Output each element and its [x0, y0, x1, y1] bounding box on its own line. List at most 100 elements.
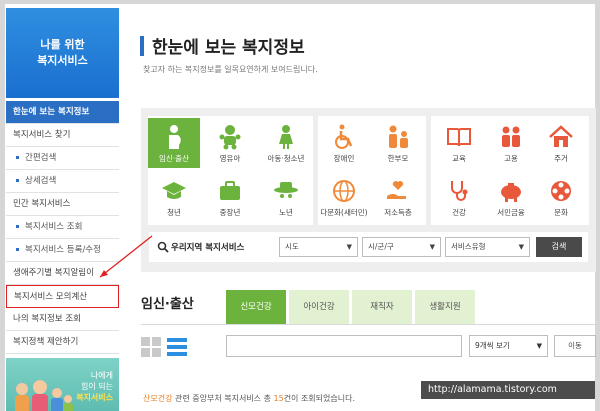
sidebar-item-lifecycle-alert[interactable]: 생애주기별 복지알림이 [6, 262, 119, 285]
sidebar-promo-banner[interactable]: 나에게 힘이 되는 복지서비스 [6, 358, 119, 411]
category-label: 교육 [452, 154, 466, 163]
keyword-input[interactable] [226, 335, 462, 357]
category-education[interactable]: 교육 [433, 118, 485, 168]
child-icon [279, 125, 293, 149]
bullet-icon [16, 156, 19, 159]
category-label: 노년 [279, 208, 293, 217]
sido-select[interactable]: 시도 ▼ [279, 237, 358, 257]
category-label: 한부모 [387, 154, 409, 163]
window-frame-top [0, 0, 600, 4]
category-infant[interactable]: 영유아 [204, 118, 256, 168]
watermark-url: http://alamama.tistory.com [421, 381, 595, 399]
family-illustration-icon [15, 380, 73, 411]
category-label: 임신·출산 [159, 154, 189, 163]
category-middle-age[interactable]: 중장년 [204, 172, 256, 222]
region-filter-row: 우리지역 복지서비스 시도 ▼ 시/군/구 ▼ 서비스유형 ▼ 검색 [149, 232, 588, 262]
sidebar-item-mock-calculation[interactable]: 복지서비스 모의계산 [6, 285, 119, 308]
category-disabled[interactable]: 장애인 [318, 118, 370, 168]
category-multicultural[interactable]: 다문화(새터민) [318, 172, 370, 222]
category-label: 문화 [554, 208, 568, 217]
banner-line-2: 복지서비스 [37, 54, 88, 67]
page-size-select[interactable]: 9개씩 보기 ▼ [469, 335, 548, 357]
category-label: 아동·청소년 [267, 154, 305, 163]
elderly-hat-icon [274, 182, 298, 198]
briefcase-icon [220, 181, 240, 200]
category-housing[interactable]: 주거 [535, 118, 587, 168]
category-label: 중장년 [219, 208, 241, 217]
sidebar-menu: 한눈에 보는 복지정보 복지서비스 찾기 간편검색 상세검색 민간 복지서비스 … [6, 101, 119, 354]
category-label: 고용 [504, 154, 518, 163]
category-finance[interactable]: 서민금융 [485, 172, 537, 222]
move-button[interactable]: 이동 [554, 335, 596, 357]
bullet-icon [16, 225, 19, 228]
target-category-box: 장애인 한부모 다문화(새터민) 저소득층 [318, 116, 426, 225]
film-reel-icon [551, 181, 571, 201]
sidebar-item-my-welfare[interactable]: 나의 복지정보 조회 [6, 308, 119, 331]
category-label: 저소득층 [384, 208, 412, 217]
family-icon [389, 125, 408, 148]
promo-line-1: 나에게 [90, 371, 113, 380]
sidebar-item-policy-suggest[interactable]: 복지정책 제안하기 [6, 331, 119, 354]
list-view-icon[interactable] [167, 337, 187, 357]
category-child[interactable]: 아동·청소년 [260, 118, 312, 168]
result-summary: 산모건강 관련 중앙부처 복지서비스 총 15건이 조회되었습니다. [143, 393, 355, 404]
page-subtitle: 찾고자 하는 복지정보를 일목요연하게 보여드립니다. [143, 65, 318, 74]
category-pregnancy[interactable]: 임신·출산 [148, 118, 200, 168]
tab-living-support[interactable]: 생활지원 [415, 290, 475, 324]
bullet-icon [16, 179, 19, 182]
chevron-down-icon: ▼ [518, 243, 524, 251]
lifecycle-category-box: 임신·출산 영유아 아동·청소년 청년 중장년 노년 [148, 116, 313, 225]
category-single-parent[interactable]: 한부모 [372, 118, 424, 168]
tab-child-health[interactable]: 아이건강 [289, 290, 349, 324]
region-filter-label: 우리지역 복지서비스 [171, 243, 245, 253]
graduation-cap-icon [162, 182, 186, 199]
sidebar-item-label: 상세검색 [25, 176, 57, 186]
grid-view-icon[interactable] [141, 337, 161, 357]
sido-select-value: 시도 [285, 242, 299, 251]
search-icon [157, 241, 169, 253]
piggy-bank-icon [501, 183, 521, 202]
tab-maternal-health[interactable]: 신모건강 [226, 290, 286, 324]
category-label: 주거 [554, 154, 568, 163]
sidebar-item-detail-search[interactable]: 상세검색 [6, 170, 119, 193]
sidebar-item-find-service[interactable]: 복지서비스 찾기 [6, 124, 119, 147]
hand-heart-icon [387, 181, 406, 199]
wheelchair-icon [335, 124, 353, 149]
service-type-select-value: 서비스유형 [451, 242, 486, 251]
category-panel: 임신·출산 영유아 아동·청소년 청년 중장년 노년 장애인 한부모 다문화(새… [141, 108, 596, 272]
service-type-select[interactable]: 서비스유형 ▼ [445, 237, 530, 257]
search-button[interactable]: 검색 [536, 237, 582, 257]
result-text-end: 건이 조회되었습니다. [283, 394, 356, 403]
sidebar-item-private-service[interactable]: 민간 복지서비스 [6, 193, 119, 216]
infant-icon [219, 125, 241, 150]
employment-icon [502, 126, 520, 147]
sigungu-select[interactable]: 시/군/구 ▼ [362, 237, 441, 257]
promo-text: 나에게 힘이 되는 복지서비스 [76, 370, 113, 403]
category-label: 다문화(새터민) [320, 208, 368, 217]
category-elderly[interactable]: 노년 [260, 172, 312, 222]
sidebar-item-simple-search[interactable]: 간편검색 [6, 147, 119, 170]
category-culture[interactable]: 문화 [535, 172, 587, 222]
category-youth[interactable]: 청년 [148, 172, 200, 222]
sidebar-item-overview[interactable]: 한눈에 보는 복지정보 [6, 101, 119, 124]
category-health[interactable]: 건강 [433, 172, 485, 222]
category-label: 청년 [167, 208, 181, 217]
tab-employee[interactable]: 재직자 [352, 290, 412, 324]
sigungu-select-value: 시/군/구 [368, 242, 394, 251]
section-divider [141, 324, 596, 325]
page-size-value: 9개씩 보기 [475, 341, 510, 350]
bullet-icon [16, 248, 19, 251]
chevron-down-icon: ▼ [429, 243, 435, 251]
sidebar-banner: 나를 위한 복지서비스 [6, 8, 119, 98]
category-low-income[interactable]: 저소득층 [372, 172, 424, 222]
banner-line-1: 나를 위한 [40, 38, 85, 51]
category-employment[interactable]: 고용 [485, 118, 537, 168]
result-text-mid: 관련 중앙부처 복지서비스 총 [172, 394, 274, 403]
pregnancy-icon [169, 125, 181, 149]
page-title: 한눈에 보는 복지정보 [152, 38, 305, 58]
sidebar-item-label: 복지서비스 조회 [25, 222, 83, 232]
globe-icon [333, 180, 355, 202]
chevron-down-icon: ▼ [346, 243, 352, 251]
sidebar-item-service-lookup[interactable]: 복지서비스 조회 [6, 216, 119, 239]
sidebar-item-service-register[interactable]: 복지서비스 등록/수정 [6, 239, 119, 262]
